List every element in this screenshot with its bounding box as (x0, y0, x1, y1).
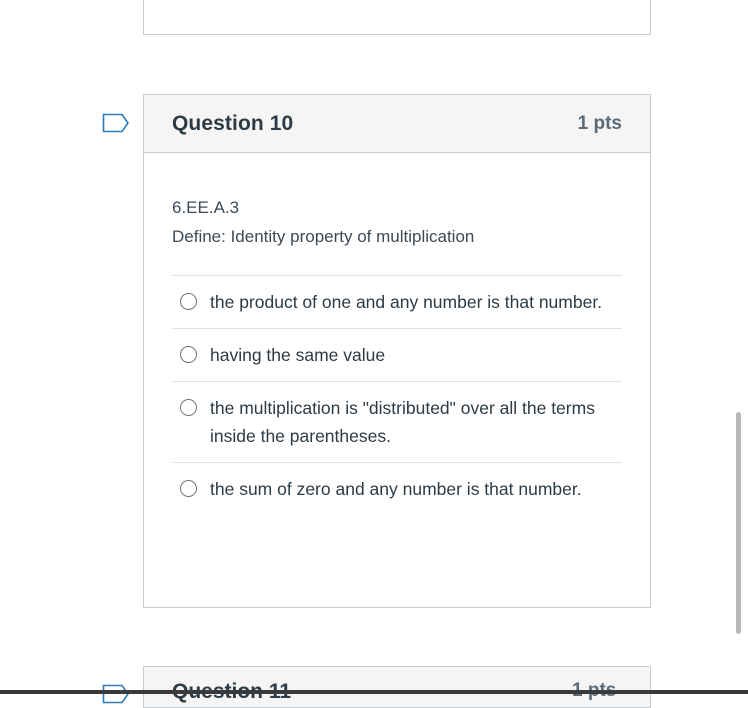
radio-button[interactable] (180, 399, 197, 416)
radio-button[interactable] (180, 293, 197, 310)
answer-label: the product of one and any number is tha… (210, 292, 603, 312)
question-title: Question 10 (172, 111, 294, 135)
question-text: 6.EE.A.3 Define: Identity property of mu… (172, 193, 622, 251)
scrollbar-thumb[interactable] (736, 412, 741, 634)
answer-label: the multiplication is "distributed" over… (210, 398, 595, 446)
question-card: Question 10 1 pts 6.EE.A.3 Define: Ident… (143, 94, 651, 608)
answer-list: the product of one and any number is tha… (172, 275, 622, 515)
answer-label: having the same value (210, 345, 386, 365)
answer-option[interactable]: the product of one and any number is tha… (172, 276, 622, 329)
question-prompt: Define: Identity property of multiplicat… (172, 227, 475, 246)
answer-label: the sum of zero and any number is that n… (210, 479, 582, 499)
question-points: 1 pts (577, 112, 622, 134)
question-standard: 6.EE.A.3 (172, 198, 240, 217)
radio-button[interactable] (180, 480, 197, 497)
answer-option[interactable]: having the same value (172, 329, 622, 382)
radio-button[interactable] (180, 346, 197, 363)
flag-question-icon[interactable] (102, 113, 130, 133)
flag-question-icon[interactable] (102, 684, 130, 704)
window-bottom-edge (0, 690, 748, 694)
answer-option[interactable]: the multiplication is "distributed" over… (172, 382, 622, 463)
question-body: 6.EE.A.3 Define: Identity property of mu… (144, 193, 650, 515)
previous-question-card (143, 0, 651, 35)
answer-option[interactable]: the sum of zero and any number is that n… (172, 463, 622, 515)
question-header: Question 10 1 pts (144, 95, 650, 153)
